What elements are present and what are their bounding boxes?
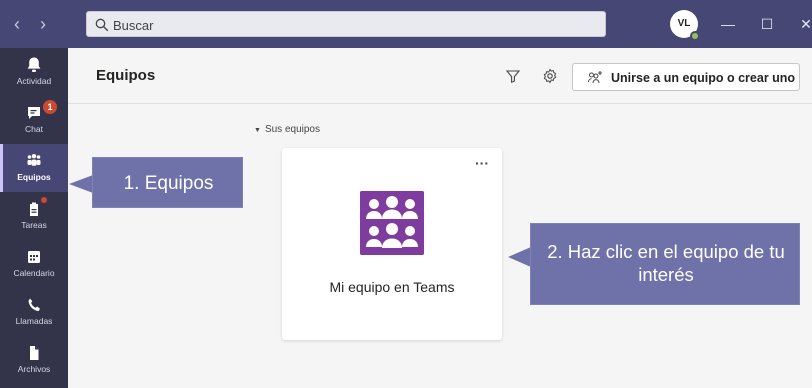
rail-label: Chat [25,124,43,134]
rail-item-llamadas[interactable]: Llamadas [0,288,68,336]
join-button-label: Unirse a un equipo o crear uno [611,71,796,85]
phone-icon [28,298,40,312]
page-title: Equipos [96,67,156,84]
team-name: Mi equipo en Teams [329,279,455,295]
section-header-your-teams[interactable]: ▼ Sus equipos [254,124,320,135]
callout-step-1: 1. Equipos [92,157,243,208]
team-avatar-icon [360,191,424,255]
tasks-icon [30,202,38,216]
app-rail: Actividad 1 Chat Equipos Tareas Calendar… [0,48,68,388]
rail-item-archivos[interactable]: Archivos [0,336,68,384]
team-card[interactable]: ··· Mi equipo en Teams [282,148,502,340]
rail-item-calendario[interactable]: Calendario [0,240,68,288]
search-icon [95,18,109,32]
rail-label: Actividad [16,76,52,86]
filter-icon[interactable] [505,68,521,84]
rail-item-actividad[interactable]: Actividad [0,48,68,96]
rail-item-equipos[interactable]: Equipos [0,144,68,192]
more-options-icon[interactable]: ··· [472,156,492,172]
callout-pointer [69,175,93,193]
close-icon[interactable]: ✕ [794,12,812,36]
add-team-icon [588,71,602,84]
caret-down-icon: ▼ [254,127,261,134]
rail-label: Archivos [17,364,51,374]
rail-label: Llamadas [15,316,53,326]
rail-label: Calendario [13,268,55,278]
gear-icon[interactable] [542,68,558,84]
calendar-icon [28,251,40,263]
bell-icon [27,57,41,72]
maximize-icon[interactable]: ☐ [755,12,779,36]
search-input[interactable] [113,16,593,34]
rail-label: Equipos [17,172,51,182]
minimize-icon[interactable]: — [716,12,740,36]
presence-status-icon [690,31,700,41]
search-box[interactable] [86,11,606,37]
rail-item-chat[interactable]: 1 Chat [0,96,68,144]
teams-icon [27,154,41,166]
rail-label: Tareas [21,220,47,230]
chat-icon [28,107,40,119]
file-icon [30,346,39,360]
notification-dot [41,197,47,203]
callout-pointer [508,247,531,267]
callout-step-2-text: 2. Haz clic en el equipo de tu interés [547,241,785,285]
callout-step-1-text: 1. Equipos [123,173,214,194]
callout-step-2: 2. Haz clic en el equipo de tu interés [530,223,800,305]
page-header: Equipos Unirse a un equipo o crear uno [68,48,812,104]
title-bar: ‹ › VL — ☐ ✕ [0,0,812,48]
rail-item-tareas[interactable]: Tareas [0,192,68,240]
back-arrow-icon[interactable]: ‹ [8,14,26,34]
join-or-create-team-button[interactable]: Unirse a un equipo o crear uno [572,63,800,91]
unread-badge: 1 [43,100,57,114]
forward-arrow-icon[interactable]: › [34,14,52,34]
section-label: Sus equipos [264,124,320,135]
